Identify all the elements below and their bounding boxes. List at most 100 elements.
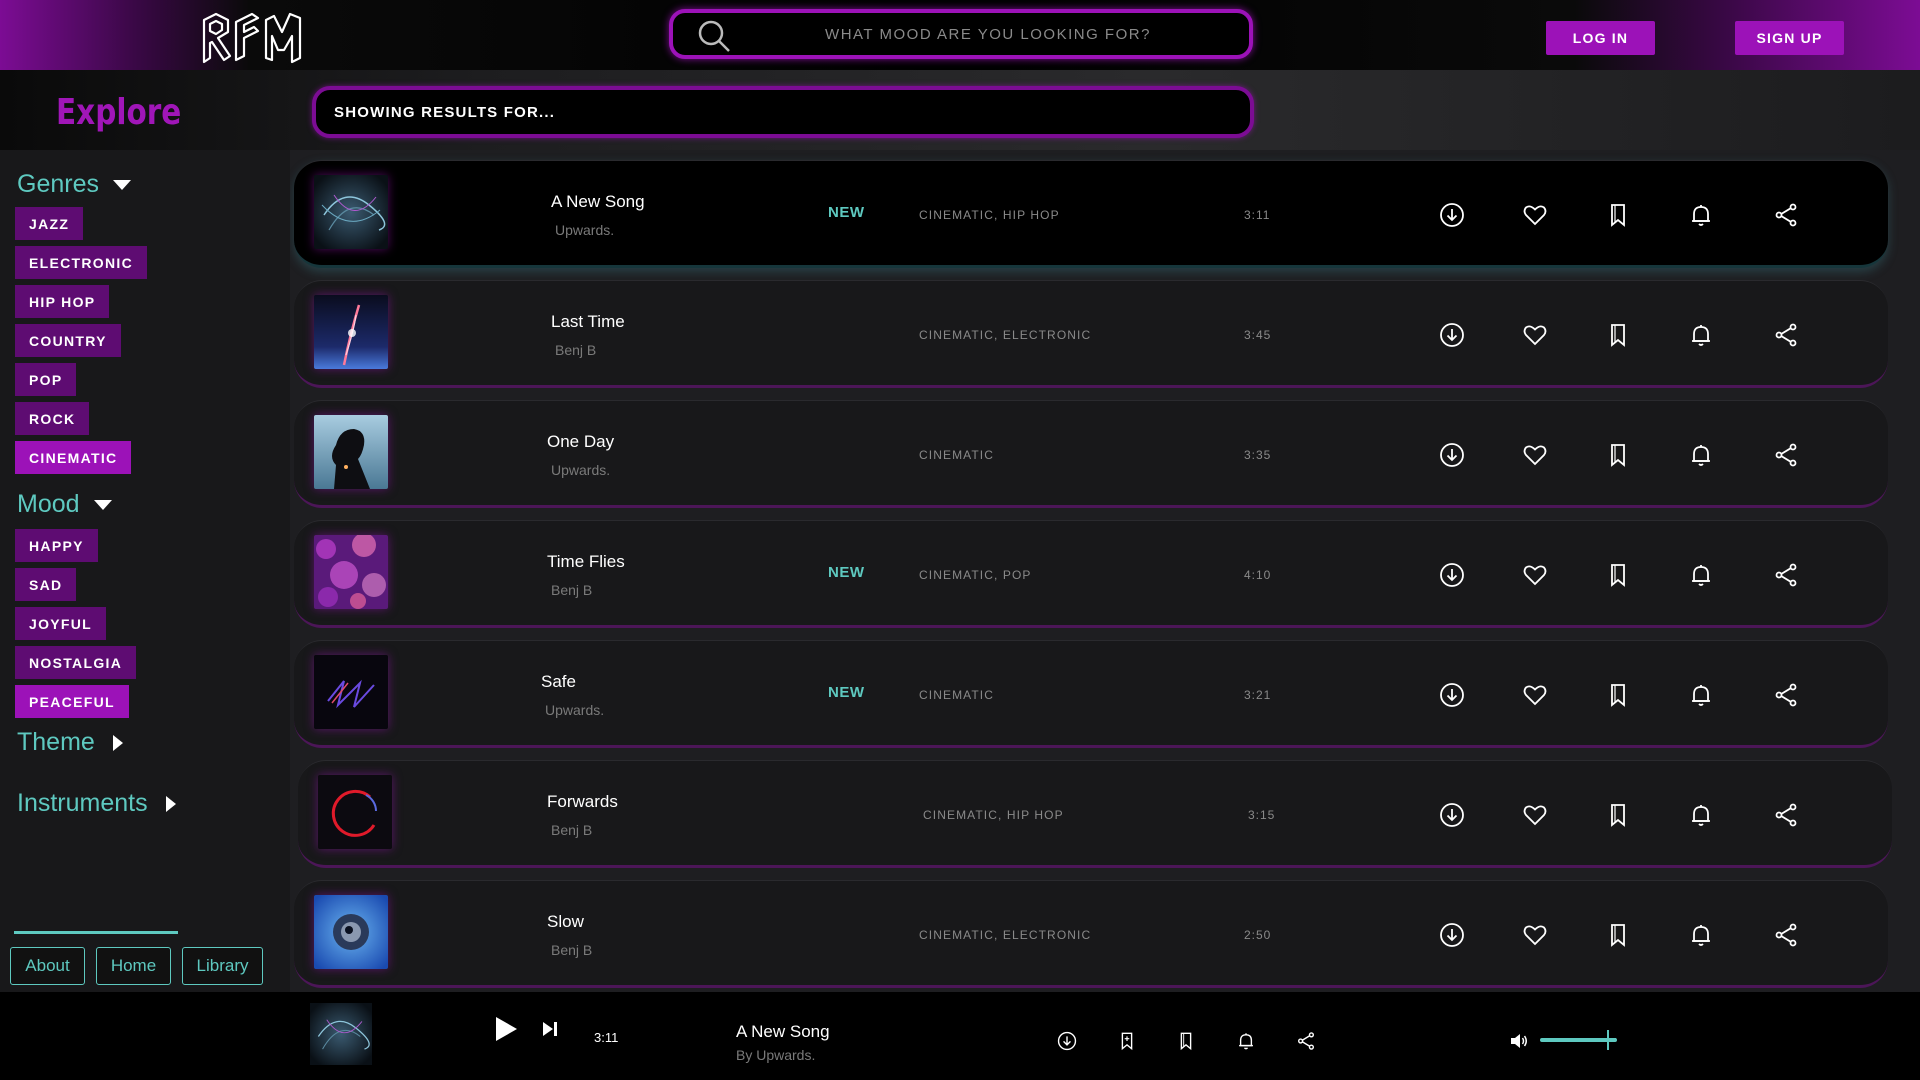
- genres-tag-country[interactable]: COUNTRY: [15, 324, 121, 357]
- moods-tag-happy[interactable]: HAPPY: [15, 529, 98, 562]
- song-title[interactable]: Time Flies: [547, 552, 625, 572]
- new-badge: NEW: [828, 204, 865, 221]
- heart-icon[interactable]: [1522, 442, 1548, 468]
- bookmark-icon[interactable]: [1605, 922, 1631, 948]
- song-row[interactable]: Forwards Benj B CINEMATIC, HIP HOP 3:15: [298, 760, 1892, 868]
- download-icon[interactable]: [1439, 202, 1465, 228]
- genres-tag-pop[interactable]: POP: [15, 363, 77, 396]
- song-artist[interactable]: Benj B: [555, 342, 596, 358]
- bell-icon[interactable]: [1688, 682, 1714, 708]
- song-list: A New Song Upwards. NEW CINEMATIC, HIP HOP 3…: [290, 150, 1920, 992]
- song-artist[interactable]: Upwards.: [545, 702, 604, 718]
- download-icon[interactable]: [1439, 442, 1465, 468]
- heart-icon[interactable]: [1522, 322, 1548, 348]
- song-row[interactable]: Slow Benj B CINEMATIC, ELECTRONIC 2:50: [294, 880, 1888, 988]
- moods-tag-peaceful[interactable]: PEACEFUL: [15, 685, 129, 718]
- download-icon[interactable]: [1439, 562, 1465, 588]
- song-artist[interactable]: Upwards.: [555, 222, 614, 238]
- song-title[interactable]: One Day: [547, 432, 614, 452]
- share-icon[interactable]: [1773, 922, 1799, 948]
- play-icon[interactable]: [494, 1016, 518, 1042]
- player-download-icon[interactable]: [1057, 1031, 1077, 1051]
- moods-tag-joyful[interactable]: JOYFUL: [15, 607, 107, 640]
- download-icon[interactable]: [1439, 802, 1465, 828]
- song-duration: 3:35: [1244, 448, 1272, 462]
- bookmark-icon[interactable]: [1605, 682, 1631, 708]
- song-title[interactable]: Last Time: [551, 312, 625, 332]
- bell-icon[interactable]: [1688, 442, 1714, 468]
- bookmark-icon[interactable]: [1605, 562, 1631, 588]
- heart-icon[interactable]: [1522, 682, 1548, 708]
- bell-icon[interactable]: [1688, 202, 1714, 228]
- library-link[interactable]: Library: [182, 947, 263, 985]
- search-input[interactable]: [753, 13, 1223, 55]
- chevron-right-icon: [112, 734, 123, 751]
- song-duration: 3:21: [1244, 688, 1272, 702]
- genres-tag-jazz[interactable]: JAZZ: [15, 207, 84, 240]
- heart-icon[interactable]: [1522, 202, 1548, 228]
- bookmark-icon[interactable]: [1605, 322, 1631, 348]
- song-title[interactable]: Safe: [541, 672, 576, 692]
- signup-button[interactable]: SIGN UP: [1735, 21, 1844, 55]
- song-genres: CINEMATIC, POP: [919, 568, 1032, 582]
- skip-next-icon[interactable]: [542, 1021, 558, 1037]
- share-icon[interactable]: [1773, 562, 1799, 588]
- heart-icon[interactable]: [1522, 922, 1548, 948]
- bookmark-icon[interactable]: [1605, 802, 1631, 828]
- song-cover: [314, 175, 388, 249]
- home-link[interactable]: Home: [96, 947, 171, 985]
- song-title[interactable]: Forwards: [547, 792, 618, 812]
- instruments-section-toggle[interactable]: Instruments: [17, 789, 176, 818]
- search-bar[interactable]: [669, 9, 1253, 59]
- player-bookmark-add-icon[interactable]: [1117, 1031, 1137, 1051]
- download-icon[interactable]: [1439, 682, 1465, 708]
- logo[interactable]: [200, 10, 304, 64]
- bell-icon[interactable]: [1688, 802, 1714, 828]
- share-icon[interactable]: [1773, 802, 1799, 828]
- genres-tag-hip-hop[interactable]: HIP HOP: [15, 285, 110, 318]
- song-row[interactable]: One Day Upwards. CINEMATIC 3:35: [294, 400, 1888, 508]
- search-icon[interactable]: [697, 19, 731, 53]
- song-artist[interactable]: Benj B: [551, 582, 592, 598]
- player-bell-icon[interactable]: [1236, 1031, 1256, 1051]
- heart-icon[interactable]: [1522, 802, 1548, 828]
- divider: [14, 931, 178, 934]
- login-button[interactable]: LOG IN: [1546, 21, 1655, 55]
- genres-tag-cinematic[interactable]: CINEMATIC: [15, 441, 132, 474]
- genres-section-toggle[interactable]: Genres: [17, 170, 131, 199]
- song-row[interactable]: A New Song Upwards. NEW CINEMATIC, HIP HOP 3…: [294, 160, 1888, 268]
- song-title[interactable]: A New Song: [551, 192, 645, 212]
- song-duration: 4:10: [1244, 568, 1272, 582]
- share-icon[interactable]: [1773, 442, 1799, 468]
- share-icon[interactable]: [1773, 202, 1799, 228]
- bookmark-icon[interactable]: [1605, 442, 1631, 468]
- genres-tag-electronic[interactable]: ELECTRONIC: [15, 246, 147, 279]
- theme-section-toggle[interactable]: Theme: [17, 728, 123, 757]
- genres-tag-rock[interactable]: ROCK: [15, 402, 90, 435]
- song-artist[interactable]: Benj B: [551, 942, 592, 958]
- results-bar: SHOWING RESULTS FOR...: [312, 86, 1254, 138]
- song-row[interactable]: Last Time Benj B CINEMATIC, ELECTRONIC 3:45: [294, 280, 1888, 388]
- download-icon[interactable]: [1439, 922, 1465, 948]
- share-icon[interactable]: [1773, 322, 1799, 348]
- moods-tag-nostalgia[interactable]: NOSTALGIA: [15, 646, 137, 679]
- bell-icon[interactable]: [1688, 922, 1714, 948]
- bell-icon[interactable]: [1688, 322, 1714, 348]
- player-bookmark-icon[interactable]: [1176, 1031, 1196, 1051]
- player-artist: By Upwards.: [736, 1047, 816, 1063]
- song-row[interactable]: Time Flies Benj B NEW CINEMATIC, POP 4:10: [294, 520, 1888, 628]
- song-artist[interactable]: Upwards.: [551, 462, 610, 478]
- share-icon[interactable]: [1773, 682, 1799, 708]
- heart-icon[interactable]: [1522, 562, 1548, 588]
- bell-icon[interactable]: [1688, 562, 1714, 588]
- player-share-icon[interactable]: [1296, 1031, 1316, 1051]
- bookmark-icon[interactable]: [1605, 202, 1631, 228]
- song-title[interactable]: Slow: [547, 912, 584, 932]
- volume-icon[interactable]: [1509, 1031, 1529, 1051]
- song-artist[interactable]: Benj B: [551, 822, 592, 838]
- song-row[interactable]: Safe Upwards. NEW CINEMATIC 3:21: [294, 640, 1888, 748]
- download-icon[interactable]: [1439, 322, 1465, 348]
- mood-section-toggle[interactable]: Mood: [17, 490, 112, 519]
- moods-tag-sad[interactable]: SAD: [15, 568, 77, 601]
- about-link[interactable]: About: [10, 947, 85, 985]
